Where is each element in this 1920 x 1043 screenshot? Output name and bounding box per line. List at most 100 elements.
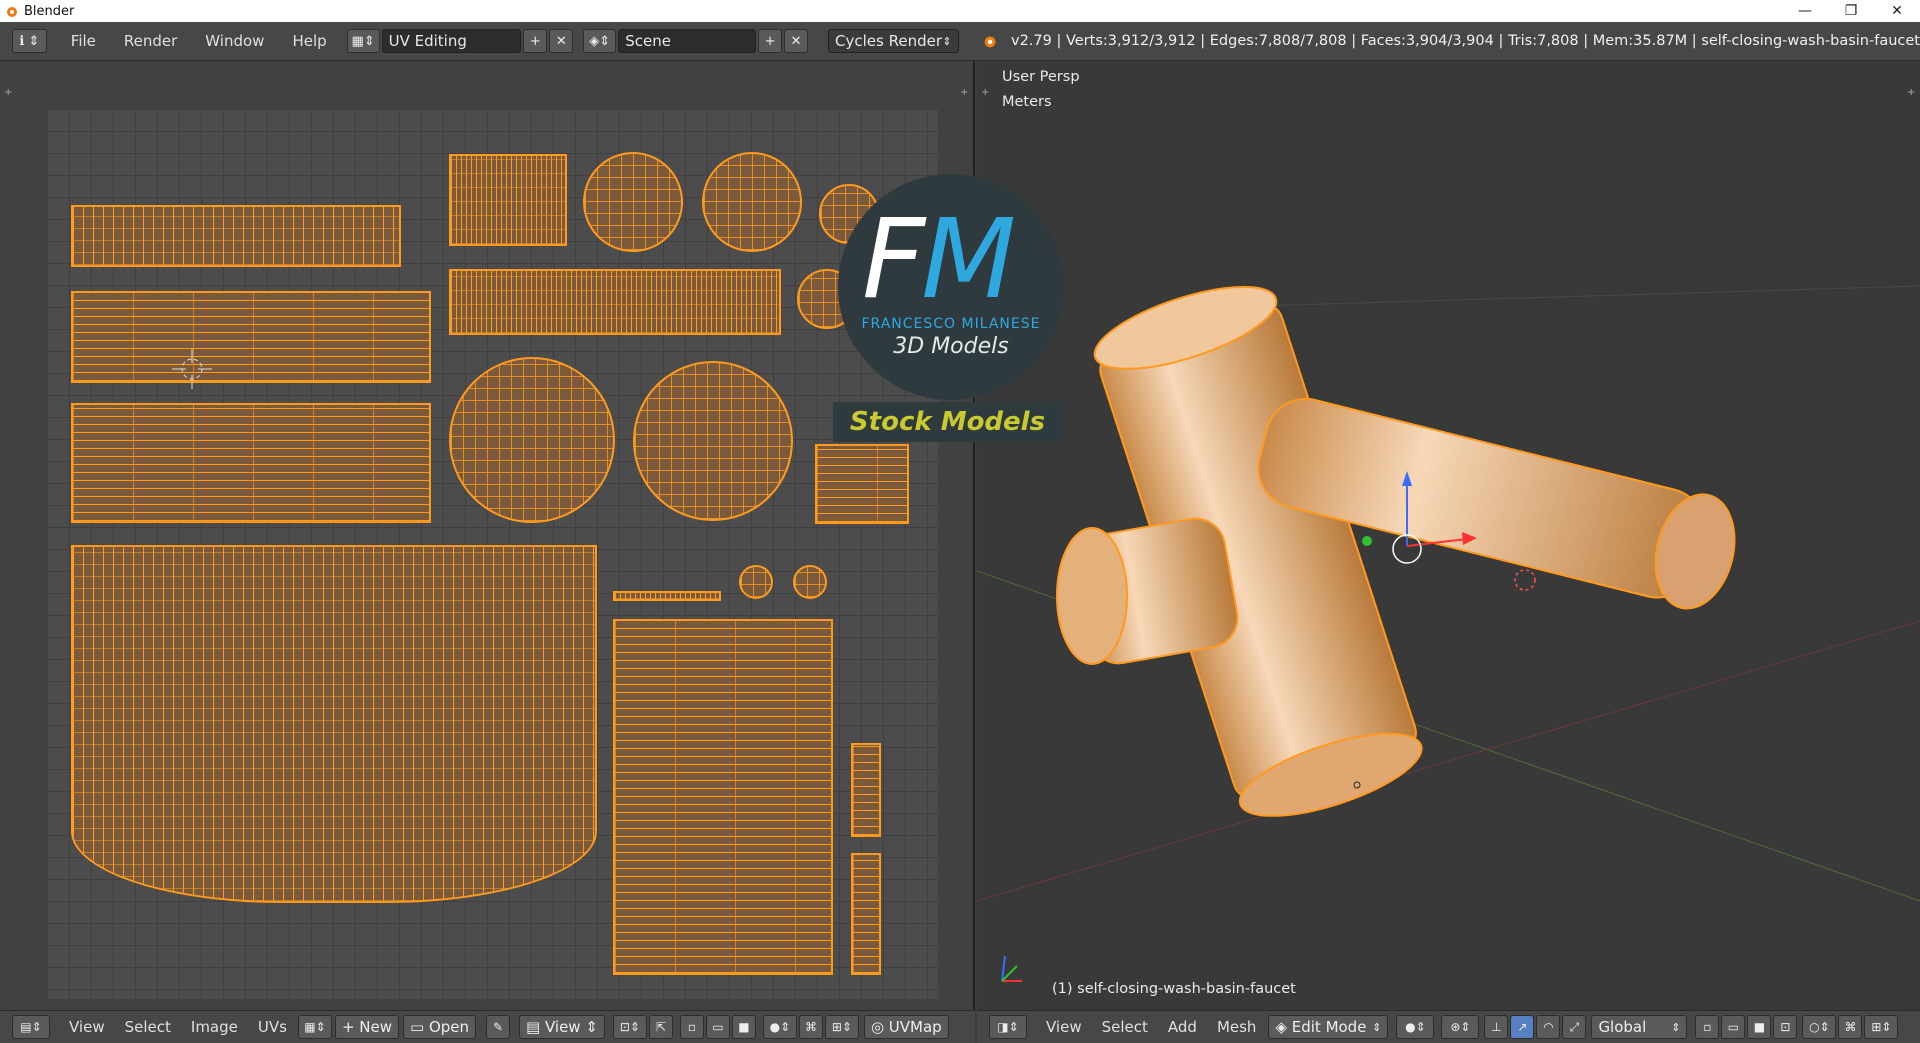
scene-statistics: v2.79 | Verts:3,912/3,912 | Edges:7,808/… bbox=[1010, 33, 1920, 49]
3d-menu-view[interactable]: View bbox=[1036, 1018, 1092, 1036]
screen-layout-value: UV Editing bbox=[388, 32, 467, 50]
screen-layout-browse-icon[interactable]: ▦⇕ bbox=[346, 29, 380, 53]
blender-logo-icon bbox=[7, 7, 17, 17]
maximize-button[interactable]: ❐ bbox=[1828, 0, 1874, 22]
stock-models-banner: Stock Models bbox=[833, 402, 1062, 442]
uv-island-circle[interactable] bbox=[739, 565, 773, 599]
3d-viewport[interactable]: + + User Persp Meters (1) self-closing-w… bbox=[977, 61, 1920, 1010]
info-icon: ℹ bbox=[19, 33, 25, 49]
blender-stats-icon bbox=[984, 36, 996, 48]
viewport-shading-icon[interactable]: ●⇕ bbox=[1396, 1015, 1435, 1039]
render-engine-select[interactable]: Cycles Render ⇕ bbox=[828, 29, 959, 53]
editor-type-uv-icon[interactable]: ▤⇕ bbox=[12, 1015, 50, 1039]
3d-cursor-icon bbox=[1514, 569, 1536, 591]
snap-element-icon[interactable]: ⊞⇕ bbox=[824, 1015, 859, 1039]
menu-window[interactable]: Window bbox=[191, 32, 278, 50]
uv-island-circle[interactable] bbox=[583, 152, 683, 252]
snap-toggle-icon[interactable]: ⌘ bbox=[1838, 1015, 1863, 1039]
uv-island[interactable] bbox=[71, 403, 431, 523]
remove-screen-icon[interactable]: ✕ bbox=[549, 29, 574, 53]
mode-select[interactable]: ◈ Edit Mode ⇕ bbox=[1268, 1015, 1389, 1039]
editor-type-3d-icon[interactable]: ◨⇕ bbox=[989, 1015, 1027, 1039]
properties-toggle-icon[interactable]: + bbox=[960, 87, 968, 98]
snap-icon[interactable]: ⌘ bbox=[798, 1015, 823, 1039]
snap-element-select-icon[interactable]: ⊞⇕ bbox=[1864, 1015, 1899, 1039]
uv-island[interactable] bbox=[613, 591, 721, 601]
grid-line bbox=[1256, 285, 1920, 307]
uv-island[interactable] bbox=[815, 444, 909, 524]
uv-island[interactable] bbox=[613, 619, 833, 975]
proportional-edit-icon[interactable]: ●⇕ bbox=[762, 1015, 797, 1039]
watermark-logo: FM FRANCESCO MILANESE 3D Models bbox=[838, 174, 1064, 400]
logo-letter-f: F bbox=[862, 195, 925, 323]
open-image-label: Open bbox=[428, 1018, 470, 1036]
pivot-point-icon[interactable]: ⊛⇕ bbox=[1441, 1015, 1480, 1039]
3d-menu-add[interactable]: Add bbox=[1158, 1018, 1207, 1036]
edge-select-icon[interactable]: ▭ bbox=[705, 1015, 730, 1039]
uv-menu-select[interactable]: Select bbox=[115, 1018, 181, 1036]
minimize-button[interactable]: — bbox=[1782, 0, 1828, 22]
uv-island-circle[interactable] bbox=[793, 565, 827, 599]
face-select-icon[interactable]: ■ bbox=[731, 1015, 756, 1039]
proportional-editing-icon[interactable]: ○⇕ bbox=[1802, 1015, 1837, 1039]
new-image-button[interactable]: + New bbox=[334, 1015, 399, 1039]
logo-subtitle: 3D Models bbox=[893, 334, 1009, 359]
uv-island[interactable] bbox=[449, 269, 781, 335]
manipulator-icon[interactable]: ⊥ bbox=[1484, 1015, 1509, 1039]
pivot-icon[interactable]: ⊡⇕ bbox=[612, 1015, 647, 1039]
image-browse-icon[interactable]: ▦⇕ bbox=[297, 1015, 332, 1039]
open-image-button[interactable]: ▭ Open bbox=[403, 1015, 477, 1039]
menu-file[interactable]: File bbox=[57, 32, 110, 50]
uv-island[interactable] bbox=[851, 853, 881, 975]
uv-island[interactable] bbox=[851, 743, 881, 837]
3d-menu-mesh[interactable]: Mesh bbox=[1207, 1018, 1267, 1036]
uv-menu-uvs[interactable]: UVs bbox=[248, 1018, 297, 1036]
render-engine-value: Cycles Render bbox=[835, 32, 943, 50]
uv-menu-image[interactable]: Image bbox=[181, 1018, 248, 1036]
uv-island[interactable] bbox=[71, 291, 431, 383]
uv-island-circle[interactable] bbox=[449, 357, 615, 523]
uv-island-circle[interactable] bbox=[702, 152, 802, 252]
new-image-label: New bbox=[359, 1018, 392, 1036]
uv-island[interactable] bbox=[71, 205, 401, 267]
sync-selection-icon[interactable]: ⇱ bbox=[648, 1015, 673, 1039]
3d-menu-select[interactable]: Select bbox=[1092, 1018, 1158, 1036]
scene-value: Scene bbox=[625, 32, 671, 50]
2d-cursor-icon[interactable] bbox=[172, 349, 212, 389]
faucet-knob bbox=[1056, 517, 1239, 665]
pin-icon[interactable]: ✎ bbox=[486, 1015, 511, 1039]
remove-scene-icon[interactable]: ✕ bbox=[784, 29, 809, 53]
uv-menu-view[interactable]: View bbox=[59, 1018, 115, 1036]
screen-layout-field[interactable]: UV Editing bbox=[381, 29, 522, 53]
transform-orientation-select[interactable]: Global ⇕ bbox=[1591, 1015, 1688, 1039]
vertex-select-icon[interactable]: ▫ bbox=[679, 1015, 704, 1039]
add-scene-icon[interactable]: + bbox=[758, 29, 783, 53]
toolshelf-toggle-icon[interactable]: + bbox=[4, 87, 12, 98]
menu-help[interactable]: Help bbox=[278, 32, 340, 50]
uv-map-field[interactable]: ◎ UVMap bbox=[863, 1015, 949, 1039]
menu-render[interactable]: Render bbox=[110, 32, 191, 50]
close-button[interactable]: ✕ bbox=[1874, 0, 1920, 22]
uv-island-circle[interactable] bbox=[633, 361, 793, 521]
scale-icon[interactable]: ⤢ bbox=[1562, 1015, 1587, 1039]
occlude-geometry-icon[interactable]: ⊡ bbox=[1773, 1015, 1798, 1039]
rotate-icon[interactable]: ◠ bbox=[1536, 1015, 1561, 1039]
add-screen-icon[interactable]: + bbox=[523, 29, 548, 53]
viewport-scene bbox=[977, 285, 1920, 982]
face-select-mode-icon[interactable]: ■ bbox=[1747, 1015, 1772, 1039]
uv-editor[interactable]: + + bbox=[0, 61, 975, 1010]
edge-select-mode-icon[interactable]: ▭ bbox=[1721, 1015, 1746, 1039]
uv-island[interactable] bbox=[449, 154, 567, 246]
uv-image-grid[interactable] bbox=[47, 109, 938, 999]
orientation-label: Global bbox=[1598, 1018, 1647, 1036]
editor-type-info-button[interactable]: ℹ ⇕ bbox=[12, 29, 47, 53]
info-header: ℹ ⇕ File Render Window Help ▦⇕ UV Editin… bbox=[0, 22, 1920, 61]
vertex-select-mode-icon[interactable]: ▫ bbox=[1695, 1015, 1720, 1039]
uv-view-label: View bbox=[544, 1018, 581, 1036]
scene-browse-icon[interactable]: ◈⇕ bbox=[583, 29, 617, 53]
mode-label: Edit Mode bbox=[1291, 1018, 1367, 1036]
uv-view-select[interactable]: ▤ View ⇕ bbox=[519, 1015, 605, 1039]
translate-icon[interactable]: ↗ bbox=[1510, 1015, 1535, 1039]
scene-field[interactable]: Scene bbox=[618, 29, 757, 53]
uv-island-large[interactable] bbox=[71, 545, 597, 903]
